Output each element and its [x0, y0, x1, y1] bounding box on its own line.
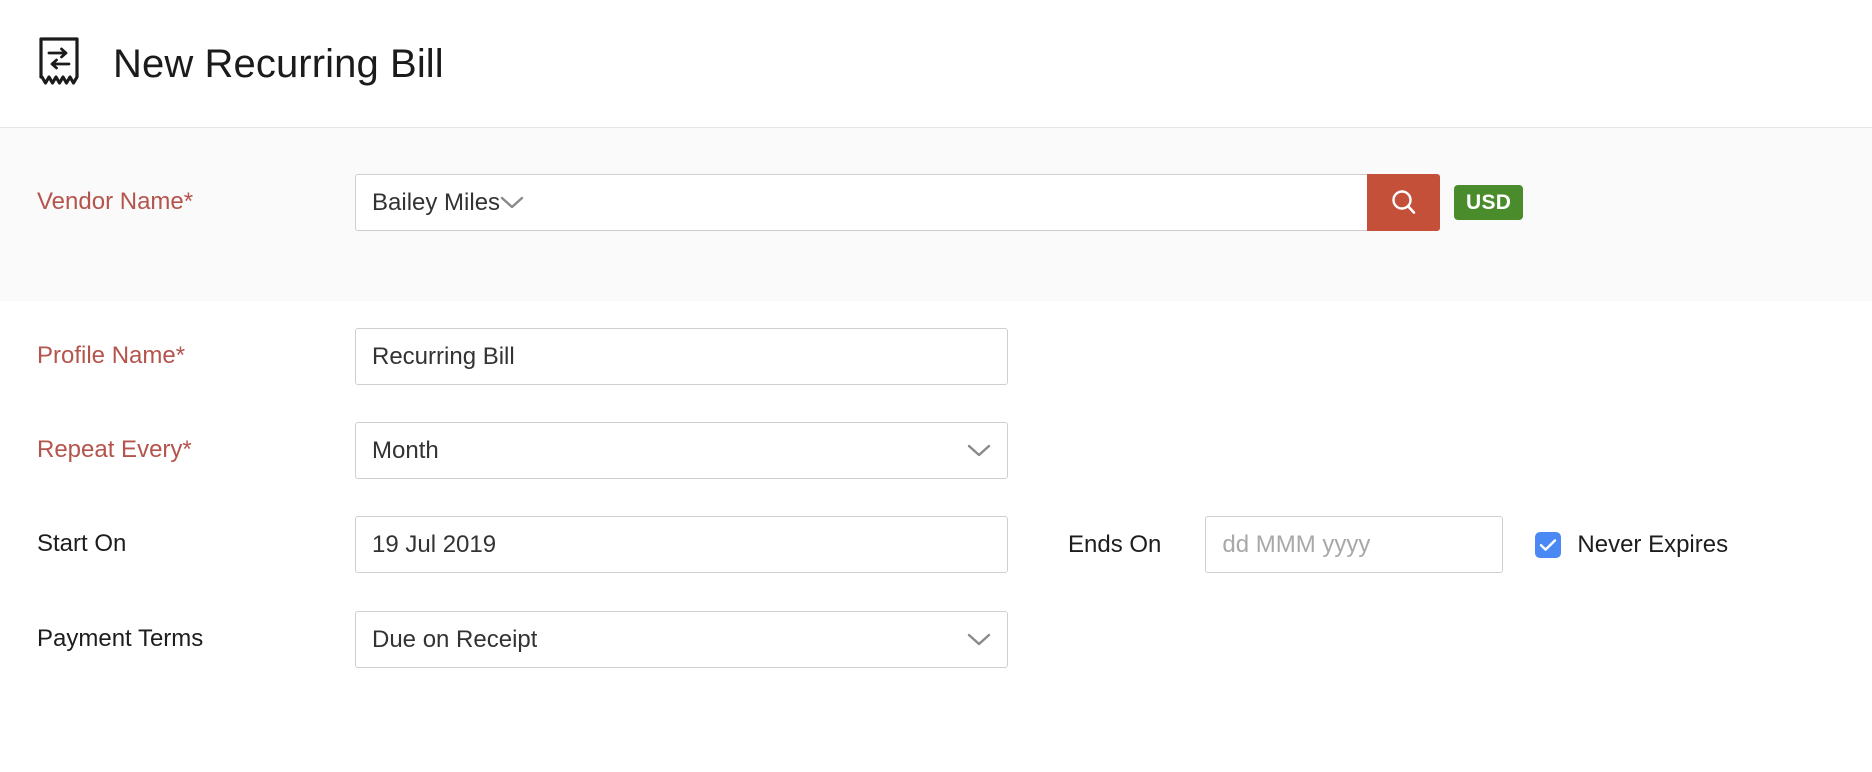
- repeat-every-select[interactable]: Month: [355, 422, 1008, 479]
- vendor-search-button[interactable]: [1367, 174, 1440, 231]
- ends-on-placeholder: dd MMM yyyy: [1222, 530, 1371, 558]
- start-on-input[interactable]: 19 Jul 2019: [355, 516, 1008, 573]
- repeat-every-value: Month: [372, 436, 439, 464]
- payment-terms-value: Due on Receipt: [372, 625, 538, 653]
- start-on-value: 19 Jul 2019: [372, 530, 497, 558]
- checkmark-icon: [1540, 538, 1557, 551]
- vendor-name-value: Bailey Miles: [372, 188, 501, 216]
- form-body: Profile Name* Recurring Bill Repeat Ever…: [0, 301, 1872, 772]
- recurring-bill-receipt-icon: [39, 36, 79, 85]
- repeat-every-label: Repeat Every*: [37, 436, 192, 464]
- ends-on-input[interactable]: dd MMM yyyy: [1205, 516, 1504, 573]
- never-expires-label: Never Expires: [1577, 530, 1729, 558]
- payment-terms-select[interactable]: Due on Receipt: [355, 611, 1008, 668]
- payment-terms-label: Payment Terms: [37, 625, 204, 653]
- ends-on-group: Ends On dd MMM yyyy Never Expires: [1068, 516, 1728, 573]
- page-title: New Recurring Bill: [113, 41, 444, 86]
- payment-terms-row: Payment Terms Due on Receipt: [0, 611, 1008, 668]
- chevron-down-icon[interactable]: [967, 633, 991, 647]
- start-on-label: Start On: [37, 530, 127, 558]
- vendor-section: Vendor Name* Bailey Miles USD: [0, 128, 1872, 301]
- vendor-name-input[interactable]: Bailey Miles: [355, 174, 1367, 231]
- chevron-down-icon[interactable]: [967, 444, 991, 458]
- never-expires-toggle[interactable]: Never Expires: [1535, 531, 1728, 559]
- vendor-name-label: Vendor Name*: [37, 188, 194, 216]
- start-on-row: Start On 19 Jul 2019 Ends On dd MMM yyyy…: [0, 516, 1728, 573]
- page-header: New Recurring Bill: [0, 0, 1872, 128]
- never-expires-checkbox[interactable]: [1535, 531, 1562, 558]
- ends-on-label: Ends On: [1068, 530, 1162, 558]
- vendor-name-control-group: Bailey Miles USD: [355, 174, 1524, 231]
- profile-name-label: Profile Name*: [37, 342, 186, 370]
- currency-badge[interactable]: USD: [1454, 185, 1524, 220]
- repeat-every-row: Repeat Every* Month: [0, 422, 1008, 479]
- chevron-down-icon[interactable]: [500, 196, 524, 210]
- profile-name-input[interactable]: Recurring Bill: [355, 328, 1008, 385]
- profile-name-value: Recurring Bill: [372, 342, 515, 370]
- search-icon: [1391, 189, 1415, 214]
- vendor-name-row: Vendor Name* Bailey Miles USD: [0, 174, 1524, 231]
- profile-name-row: Profile Name* Recurring Bill: [0, 328, 1008, 385]
